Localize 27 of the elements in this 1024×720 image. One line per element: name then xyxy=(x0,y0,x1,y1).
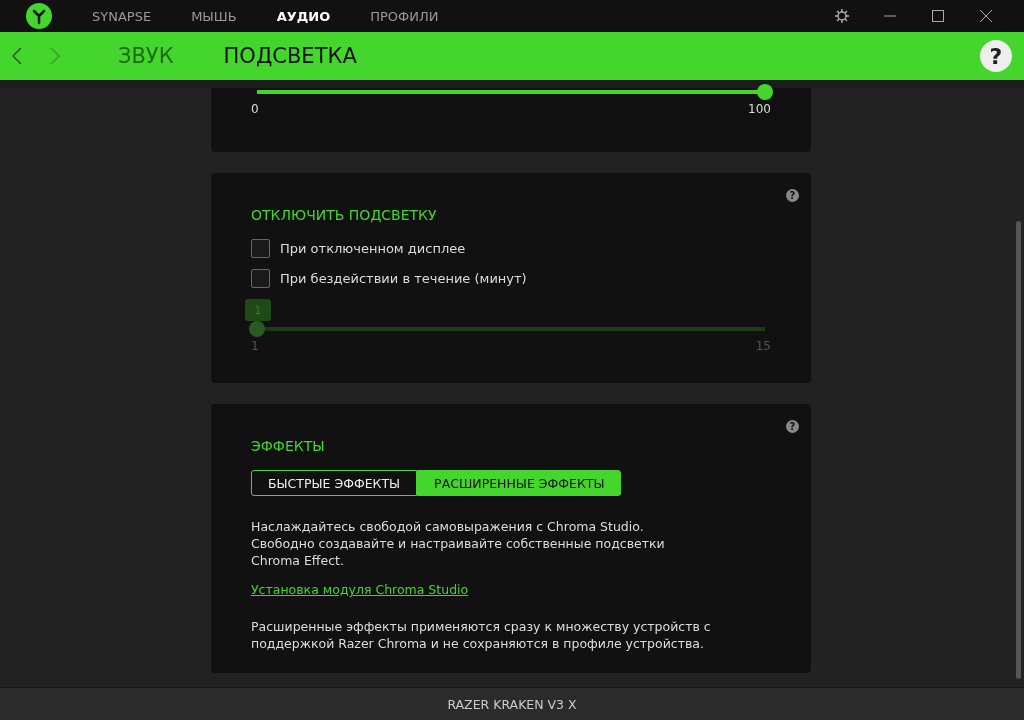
help-button[interactable]: ? xyxy=(980,40,1012,72)
help-button[interactable]: ? xyxy=(786,189,799,202)
section-title: ЭФФЕКТЫ xyxy=(251,438,326,454)
checkbox-label: При отключенном дисплее xyxy=(280,241,466,256)
slider-thumb[interactable] xyxy=(757,84,773,100)
install-link[interactable]: Установка модуля Chroma Studio xyxy=(251,582,469,597)
logo-icon xyxy=(26,3,52,29)
nav-tab[interactable]: SYNAPSE xyxy=(92,8,152,24)
checkbox[interactable] xyxy=(251,269,270,288)
device-name: RAZER KRAKEN V3 X xyxy=(0,687,1024,720)
segment-tab[interactable]: БЫСТРЫЕ ЭФФЕКТЫ xyxy=(251,470,418,496)
nav-tab[interactable]: ПРОФИЛИ xyxy=(370,8,439,24)
segment-tab[interactable]: РАСШИРЕННЫЕ ЭФФЕКТЫ xyxy=(417,470,622,496)
note-text: Расширенные эффекты применяются сразу к множеству устройств с поддержкой Razer Chroma и не сохраняются в профиле устройства. xyxy=(251,618,712,652)
sub-tab[interactable]: ПОДСВЕТКА xyxy=(223,44,357,68)
nav-tab[interactable]: АУДИО xyxy=(276,8,331,24)
checkbox[interactable] xyxy=(251,239,270,258)
nav-tab[interactable]: МЫШЬ xyxy=(191,8,237,24)
help-button[interactable]: ? xyxy=(786,420,799,433)
checkbox-label: При бездействии в течение (минут) xyxy=(280,271,527,286)
section-title: ОТКЛЮЧИТЬ ПОДСВЕТКУ xyxy=(251,207,438,223)
scrollbar-thumb[interactable] xyxy=(1016,221,1021,679)
slider-min-label: 1 xyxy=(251,339,259,353)
slider-max-label: 100 xyxy=(748,102,771,116)
slider-max-label: 15 xyxy=(755,339,771,353)
description-text: Наслаждайтесь свободой самовыражения с Chroma Studio. Свободно создавайте и настраивайте собственные подсветки Chroma Effect. xyxy=(251,518,666,569)
slider-min-label: 0 xyxy=(251,102,259,116)
